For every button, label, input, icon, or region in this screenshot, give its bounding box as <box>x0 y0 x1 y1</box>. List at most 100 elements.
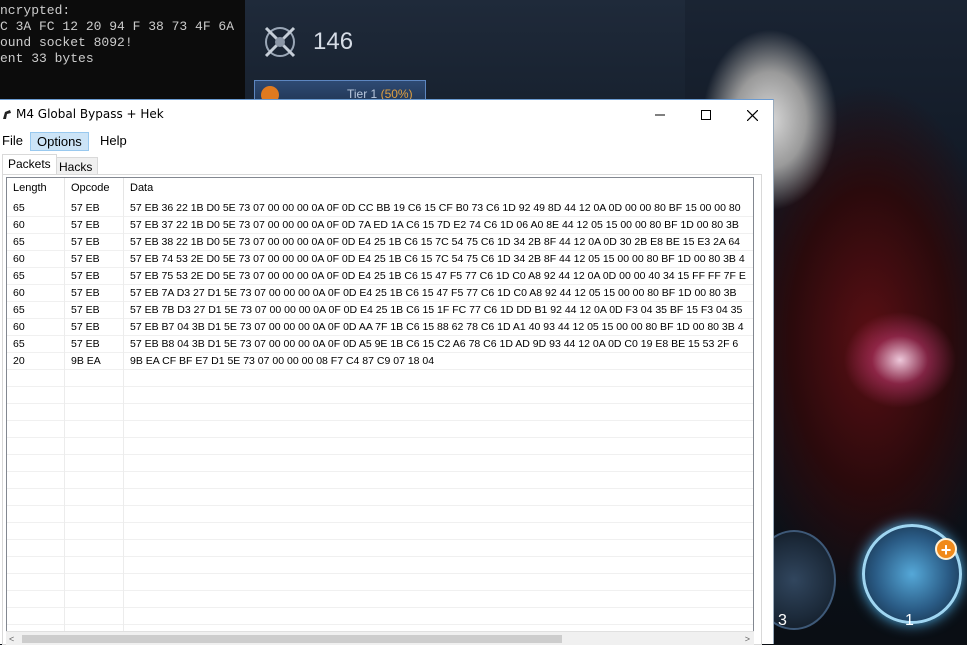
cell-data: 57 EB 37 22 1B D0 5E 73 07 00 00 00 0A 0… <box>130 219 739 231</box>
column-header-length[interactable]: Length <box>7 178 65 200</box>
table-row[interactable]: 65 57 EB 57 EB 38 22 1B D0 5E 73 07 00 00 … <box>7 234 753 251</box>
cell-data: 57 EB 36 22 1B D0 5E 73 07 00 00 00 0A 0… <box>130 202 741 214</box>
table-row[interactable] <box>7 472 753 489</box>
menu-help[interactable]: Help <box>94 132 133 151</box>
scroll-thumb[interactable] <box>22 635 562 643</box>
table-row[interactable]: 65 57 EB 57 EB 36 22 1B D0 5E 73 07 00 00 … <box>7 200 753 217</box>
cell-length: 60 <box>7 319 65 336</box>
cell-length <box>7 557 65 574</box>
horizontal-scrollbar[interactable]: < > <box>6 631 754 645</box>
cell-opcode: 57 EB <box>65 319 124 336</box>
table-row[interactable] <box>7 540 753 557</box>
cell-data <box>124 489 753 506</box>
cell-data <box>124 438 753 455</box>
table-row[interactable]: 65 57 EB 57 EB 7B D3 27 D1 5E 73 07 00 00 … <box>7 302 753 319</box>
table-row[interactable] <box>7 489 753 506</box>
column-header-opcode[interactable]: Opcode <box>65 178 124 200</box>
table-row[interactable]: 60 57 EB 57 EB B7 04 3B D1 5E 73 07 00 00 … <box>7 319 753 336</box>
table-row[interactable]: 60 57 EB 57 EB 74 53 2E D0 5E 73 07 00 00 … <box>7 251 753 268</box>
console-output: ncrypted: C 3A FC 12 20 94 F 38 73 4F 6A o… <box>0 0 245 100</box>
console-line: C 3A FC 12 20 94 F 38 73 4F 6A <box>0 19 235 34</box>
cell-opcode <box>65 608 124 625</box>
menu-file[interactable]: File <box>0 132 29 151</box>
table-row[interactable] <box>7 557 753 574</box>
table-row[interactable] <box>7 438 753 455</box>
console-line: ound socket 8092! <box>0 35 133 50</box>
crossed-swords-crest-icon <box>264 26 296 58</box>
table-row[interactable] <box>7 404 753 421</box>
minimize-icon <box>655 114 665 116</box>
table-row[interactable]: 60 57 EB 57 EB 37 22 1B D0 5E 73 07 00 00 … <box>7 217 753 234</box>
cell-length: 60 <box>7 251 65 268</box>
table-row[interactable] <box>7 387 753 404</box>
cell-opcode <box>65 557 124 574</box>
table-row[interactable]: 60 57 EB 57 EB 7A D3 27 D1 5E 73 07 00 00 … <box>7 285 753 302</box>
cell-opcode <box>65 438 124 455</box>
cell-length <box>7 591 65 608</box>
scroll-right-arrow-icon[interactable]: > <box>745 634 750 644</box>
cell-opcode <box>65 421 124 438</box>
cell-opcode <box>65 591 124 608</box>
cell-length: 60 <box>7 217 65 234</box>
packet-grid[interactable]: Length Opcode Data 65 57 EB 57 EB 36 22 1B… <box>6 177 754 645</box>
cell-data <box>124 404 753 421</box>
window-title: M4 Global Bypass + Hek <box>16 107 164 121</box>
cell-data <box>124 574 753 591</box>
cell-length <box>7 523 65 540</box>
table-row[interactable] <box>7 421 753 438</box>
cell-length <box>7 387 65 404</box>
console-line: ncrypted: <box>0 3 71 18</box>
cell-opcode: 57 EB <box>65 285 124 302</box>
table-row[interactable]: 20 9B EA 9B EA CF BF E7 D1 5E 73 07 00 00 … <box>7 353 753 370</box>
cell-data: 57 EB B7 04 3B D1 5E 73 07 00 00 00 0A 0… <box>130 321 744 333</box>
cell-length: 65 <box>7 200 65 217</box>
cell-data: 57 EB 75 53 2E D0 5E 73 07 00 00 00 0A 0… <box>130 270 746 282</box>
tab-hacks[interactable]: Hacks <box>53 157 99 175</box>
cell-data <box>124 455 753 472</box>
table-row[interactable] <box>7 370 753 387</box>
column-header-data[interactable]: Data <box>124 178 753 200</box>
cell-length <box>7 370 65 387</box>
scroll-left-arrow-icon[interactable]: < <box>9 634 14 644</box>
skill-plus-icon[interactable]: + <box>935 538 957 560</box>
cell-opcode <box>65 472 124 489</box>
table-row[interactable]: 65 57 EB 57 EB 75 53 2E D0 5E 73 07 00 00 … <box>7 268 753 285</box>
cell-length <box>7 421 65 438</box>
cell-data <box>124 387 753 404</box>
table-row[interactable] <box>7 455 753 472</box>
cell-data: 57 EB 38 22 1B D0 5E 73 07 00 00 00 0A 0… <box>130 236 741 248</box>
table-row[interactable] <box>7 574 753 591</box>
table-row[interactable] <box>7 523 753 540</box>
cell-data: 57 EB 7B D3 27 D1 5E 73 07 00 00 00 0A 0… <box>130 304 743 316</box>
minimize-button[interactable] <box>637 100 683 130</box>
close-button[interactable] <box>729 100 775 130</box>
cell-length <box>7 404 65 421</box>
table-row[interactable] <box>7 608 753 625</box>
cell-opcode <box>65 540 124 557</box>
cell-data: 57 EB 74 53 2E D0 5E 73 07 00 00 00 0A 0… <box>130 253 745 265</box>
cell-length: 60 <box>7 285 65 302</box>
table-row[interactable]: 65 57 EB 57 EB B8 04 3B D1 5E 73 07 00 00 … <box>7 336 753 353</box>
tab-packets[interactable]: Packets <box>2 154 57 175</box>
console-line: ent 33 bytes <box>0 51 94 66</box>
cell-opcode <box>65 489 124 506</box>
close-icon <box>746 109 758 121</box>
cell-opcode <box>65 574 124 591</box>
tab-strip: Hacks Packets <box>0 153 773 175</box>
cell-data <box>124 540 753 557</box>
cell-length <box>7 506 65 523</box>
cell-opcode: 57 EB <box>65 336 124 353</box>
maximize-button[interactable] <box>683 100 729 130</box>
cell-data <box>124 370 753 387</box>
cell-length: 65 <box>7 234 65 251</box>
cell-length: 20 <box>7 353 65 370</box>
cell-data: 57 EB B8 04 3B D1 5E 73 07 00 00 00 0A 0… <box>130 338 739 350</box>
cell-opcode <box>65 387 124 404</box>
menu-options[interactable]: Options <box>30 132 89 151</box>
table-row[interactable] <box>7 591 753 608</box>
cell-opcode: 9B EA <box>65 353 124 370</box>
title-bar[interactable]: M4 Global Bypass + Hek <box>0 100 773 130</box>
cell-length <box>7 489 65 506</box>
table-row[interactable] <box>7 506 753 523</box>
cell-data: 57 EB 7A D3 27 D1 5E 73 07 00 00 00 0A 0… <box>130 287 737 299</box>
